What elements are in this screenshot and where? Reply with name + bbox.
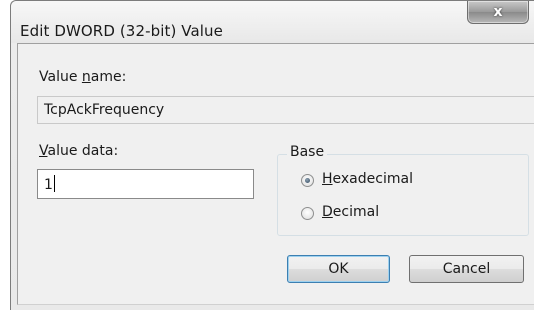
base-legend: Base xyxy=(287,144,328,160)
value-name-field[interactable]: TcpAckFrequency xyxy=(37,96,534,124)
access-key-letter: V xyxy=(39,143,48,159)
value-data-label: Value data: xyxy=(39,143,119,159)
base-groupbox: Base Hexadecimal Decimal xyxy=(277,144,529,236)
value-name-label: Value name: xyxy=(39,69,127,85)
text-caret xyxy=(53,175,55,192)
ok-button[interactable]: OK xyxy=(287,255,390,283)
dialog-window: Edit DWORD (32-bit) Value x Value name: … xyxy=(10,0,534,310)
dialog-title: Edit DWORD (32-bit) Value xyxy=(20,22,223,40)
hexadecimal-radio[interactable] xyxy=(301,174,314,187)
value-data-input[interactable]: 1 xyxy=(37,169,254,199)
close-icon: x xyxy=(493,4,503,20)
title-bar[interactable]: Edit DWORD (32-bit) Value x xyxy=(11,1,534,43)
close-button[interactable]: x xyxy=(467,1,529,24)
decimal-radio[interactable] xyxy=(301,207,314,220)
cancel-button[interactable]: Cancel xyxy=(409,255,524,283)
value-data-text: 1 xyxy=(44,177,53,193)
access-key-letter: H xyxy=(322,171,333,187)
access-key-letter: D xyxy=(322,204,333,220)
hexadecimal-label[interactable]: Hexadecimal xyxy=(322,171,413,187)
dialog-body: Value name: TcpAckFrequency Value data: … xyxy=(17,43,534,305)
access-key-letter: n xyxy=(81,69,91,85)
decimal-label[interactable]: Decimal xyxy=(322,204,379,220)
